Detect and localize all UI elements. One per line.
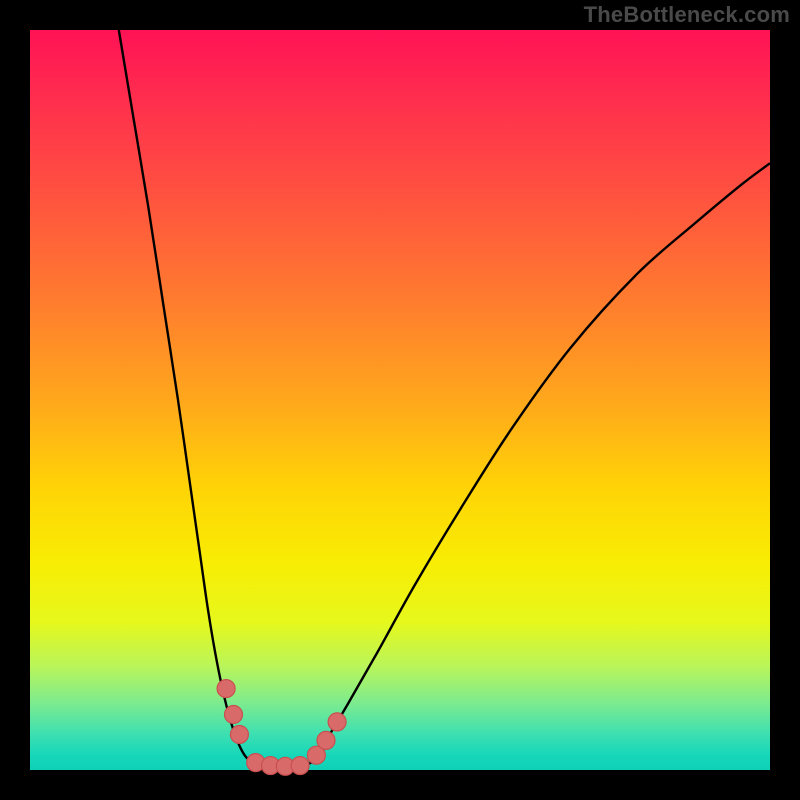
chart-marker <box>225 706 243 724</box>
chart-marker <box>217 680 235 698</box>
chart-curve-right <box>311 163 770 762</box>
chart-curve-left <box>119 30 252 763</box>
chart-marker <box>317 731 335 749</box>
chart-svg <box>30 30 770 770</box>
chart-marker <box>291 757 309 775</box>
chart-marker <box>230 725 248 743</box>
chart-marker <box>328 713 346 731</box>
chart-plot-area <box>30 30 770 770</box>
watermark-text: TheBottleneck.com <box>584 2 790 28</box>
chart-markers <box>217 680 346 776</box>
